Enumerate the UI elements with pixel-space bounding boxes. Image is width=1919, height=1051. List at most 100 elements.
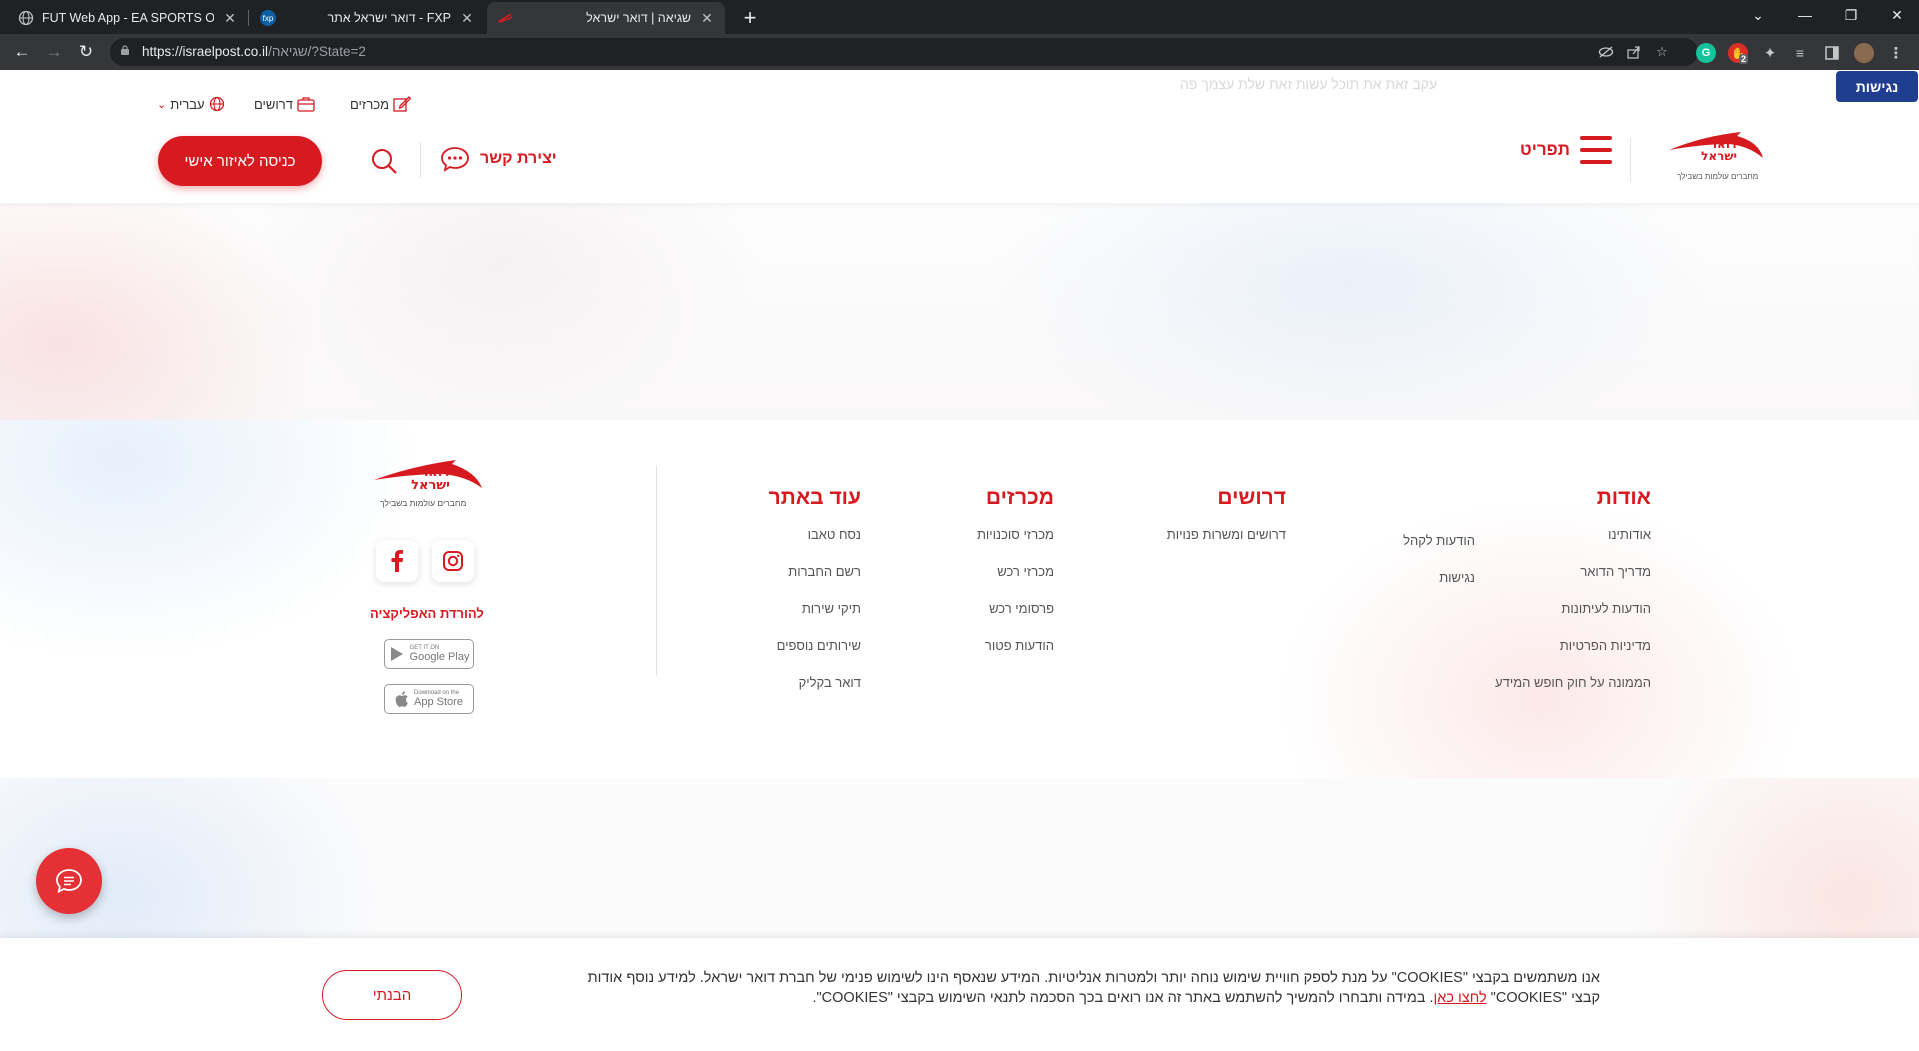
briefcase-icon	[297, 97, 315, 112]
globe-icon	[209, 96, 224, 112]
footer-link[interactable]: נסח טאבו	[769, 524, 861, 561]
hamburger-icon	[1579, 136, 1612, 164]
menu-button[interactable]: תפריט	[1520, 136, 1612, 164]
israel-post-favicon-icon	[497, 10, 513, 26]
cookie-more-info-link[interactable]: לחצו כאן	[1434, 990, 1487, 1006]
back-icon[interactable]: ←	[10, 40, 34, 64]
header-divider	[1630, 138, 1631, 182]
restore-icon[interactable]: ❐	[1828, 0, 1874, 30]
google-play-button[interactable]: GET IT ON Google Play	[384, 639, 474, 669]
reload-icon[interactable]: ↻	[74, 40, 98, 64]
search-icon[interactable]	[370, 147, 398, 175]
footer-link[interactable]: דרושים ומשרות פנויות	[1167, 524, 1286, 561]
play-triangle-icon	[390, 647, 403, 661]
app-download-label: להורדת האפליקציה	[370, 606, 484, 621]
footer-divider	[656, 466, 657, 676]
lock-icon	[121, 45, 129, 55]
footer-link[interactable]: שירותים נוספים	[769, 635, 861, 672]
footer-column-jobs: דרושים דרושים ומשרות פנויות	[1167, 486, 1286, 561]
tab-close-icon[interactable]: ✕	[222, 10, 238, 27]
footer-link[interactable]: מכרזי סוכנויות	[977, 524, 1054, 561]
footer-link[interactable]: הודעות לקהל	[1403, 530, 1475, 567]
url-text: https://israelpost.co.il/שגיאה/?State=2	[142, 44, 366, 59]
accessibility-button[interactable]: נגישות	[1836, 71, 1918, 102]
close-window-icon[interactable]: ✕	[1874, 0, 1919, 30]
footer-column-title: מכרזים	[985, 486, 1054, 509]
footer-link[interactable]: אודותינו	[1495, 524, 1651, 561]
adblock-icon[interactable]: ✋ 2	[1728, 43, 1749, 64]
globe-icon	[18, 10, 34, 26]
top-link-tenders[interactable]: מכרזים	[350, 96, 412, 112]
chevron-down-icon: ⌄	[157, 98, 167, 111]
footer-link[interactable]: מדריך הדואר	[1495, 561, 1651, 598]
address-bar[interactable]: https://israelpost.co.il/שגיאה/?State=2 …	[110, 38, 1698, 66]
grammarly-icon[interactable]: G	[1696, 43, 1716, 63]
footer-link[interactable]: פרסומי רכש	[977, 598, 1054, 635]
tab-separator	[248, 10, 249, 26]
site-footer: אודות אודותינו מדריך הדואר הודעות לעיתונ…	[0, 420, 1919, 778]
footer-link[interactable]: הודעות פטור	[977, 635, 1054, 672]
footer-link[interactable]: הודעות לעיתונות	[1495, 598, 1651, 635]
tab-close-icon[interactable]: ✕	[699, 10, 715, 27]
browser-tab-active[interactable]: שגיאה | דואר ישראל ✕	[487, 2, 725, 34]
apple-icon	[395, 691, 408, 707]
browser-tab-strip: FUT Web App - EA SPORTS Official ✕ fxp F…	[0, 0, 1919, 34]
footer-column-tenders: מכרזים מכרזי סוכנויות מכרזי רכש פרסומי ר…	[977, 486, 1054, 672]
profile-avatar[interactable]	[1854, 43, 1874, 63]
footer-logo[interactable]: דואר ישראל מחברים עולמות בשבילך	[368, 456, 484, 512]
logo-line2: ישראל	[1701, 149, 1737, 163]
extensions-puzzle-icon[interactable]: ✦	[1760, 43, 1780, 63]
reading-list-icon[interactable]: ≡	[1790, 43, 1810, 63]
menu-label: תפריט	[1520, 140, 1570, 159]
footer-column-title: דרושים	[1217, 486, 1286, 509]
fxp-favicon-icon: fxp	[260, 10, 276, 26]
chrome-menu-icon[interactable]: ⋮	[1886, 43, 1906, 63]
browser-tab[interactable]: FUT Web App - EA SPORTS Official ✕	[8, 2, 248, 34]
tracking-protection-icon[interactable]	[1598, 44, 1614, 60]
minimize-icon[interactable]: —	[1782, 0, 1828, 30]
footer-link[interactable]: מדיניות הפרטיות	[1495, 635, 1651, 672]
cookie-text: אנו משתמשים בקבצי "COOKIES" על מנת לספק …	[587, 970, 1600, 1006]
footer-column-title: אודות	[1596, 486, 1651, 509]
logo-line2: ישראל	[411, 478, 450, 493]
header-divider	[420, 142, 421, 178]
israel-post-logo[interactable]: דואר ישראל מחברים עולמות בשבילך	[1663, 128, 1765, 186]
top-link-jobs-label: דרושים	[254, 96, 293, 112]
footer-link[interactable]: מכרזי רכש	[977, 561, 1054, 598]
footer-link[interactable]: דואר בקליק	[769, 672, 861, 709]
new-tab-button[interactable]: +	[736, 4, 764, 32]
personal-area-login-button[interactable]: כניסה לאיזור אישי	[158, 136, 322, 186]
footer-link[interactable]: נגישות	[1403, 567, 1475, 604]
browser-tab[interactable]: fxp FXP - דואר ישראל אתר ✕	[250, 2, 485, 34]
chat-widget-button[interactable]	[36, 848, 102, 914]
facebook-icon[interactable]	[376, 540, 418, 582]
contact-label: יצירת קשר	[480, 150, 557, 167]
footer-column-more: עוד באתר נסח טאבו רשם החברות תיקי שירות …	[769, 486, 861, 709]
bookmark-star-icon[interactable]: ☆	[1654, 44, 1670, 60]
chat-bubble-icon	[441, 147, 469, 172]
language-selector[interactable]: עברית ⌄	[157, 96, 225, 112]
top-link-tenders-label: מכרזים	[350, 96, 390, 112]
footer-column-about-more: הודעות לקהל נגישות	[1403, 530, 1475, 604]
site-header: עקב זאת את תוכל עשות זאת שלת עצמך פה נגי…	[0, 70, 1919, 203]
edit-pencil-icon	[393, 96, 412, 112]
contact-link[interactable]: יצירת קשר	[440, 146, 557, 172]
share-icon[interactable]	[1626, 44, 1642, 60]
browser-toolbar: ← → ↻ https://israelpost.co.il/שגיאה/?St…	[0, 34, 1919, 70]
tab-search-chevron-icon[interactable]: ⌄	[1735, 0, 1781, 30]
app-store-button[interactable]: Download on the App Store	[384, 684, 474, 714]
instagram-icon[interactable]	[432, 540, 474, 582]
tab-close-icon[interactable]: ✕	[459, 10, 475, 27]
footer-link[interactable]: הממונה על חוק חופש המידע	[1495, 672, 1651, 709]
cookie-accept-button[interactable]: הבנתי	[322, 970, 462, 1020]
ghost-text: עקב זאת את תוכל עשות זאת שלת עצמך פה	[1180, 76, 1438, 92]
side-panel-icon[interactable]	[1822, 43, 1842, 63]
footer-link[interactable]: תיקי שירות	[769, 598, 861, 635]
cookie-banner: אנו משתמשים בקבצי "COOKIES" על מנת לספק …	[0, 938, 1919, 1051]
forward-icon[interactable]: →	[42, 40, 66, 64]
page-viewport: עקב זאת את תוכל עשות זאת שלת עצמך פה נגי…	[0, 70, 1919, 1051]
tab-title: שגיאה | דואר ישראל	[586, 11, 691, 25]
footer-link[interactable]: רשם החברות	[769, 561, 861, 598]
top-link-jobs[interactable]: דרושים	[254, 96, 315, 112]
tab-title: FXP - דואר ישראל אתר	[327, 11, 451, 25]
